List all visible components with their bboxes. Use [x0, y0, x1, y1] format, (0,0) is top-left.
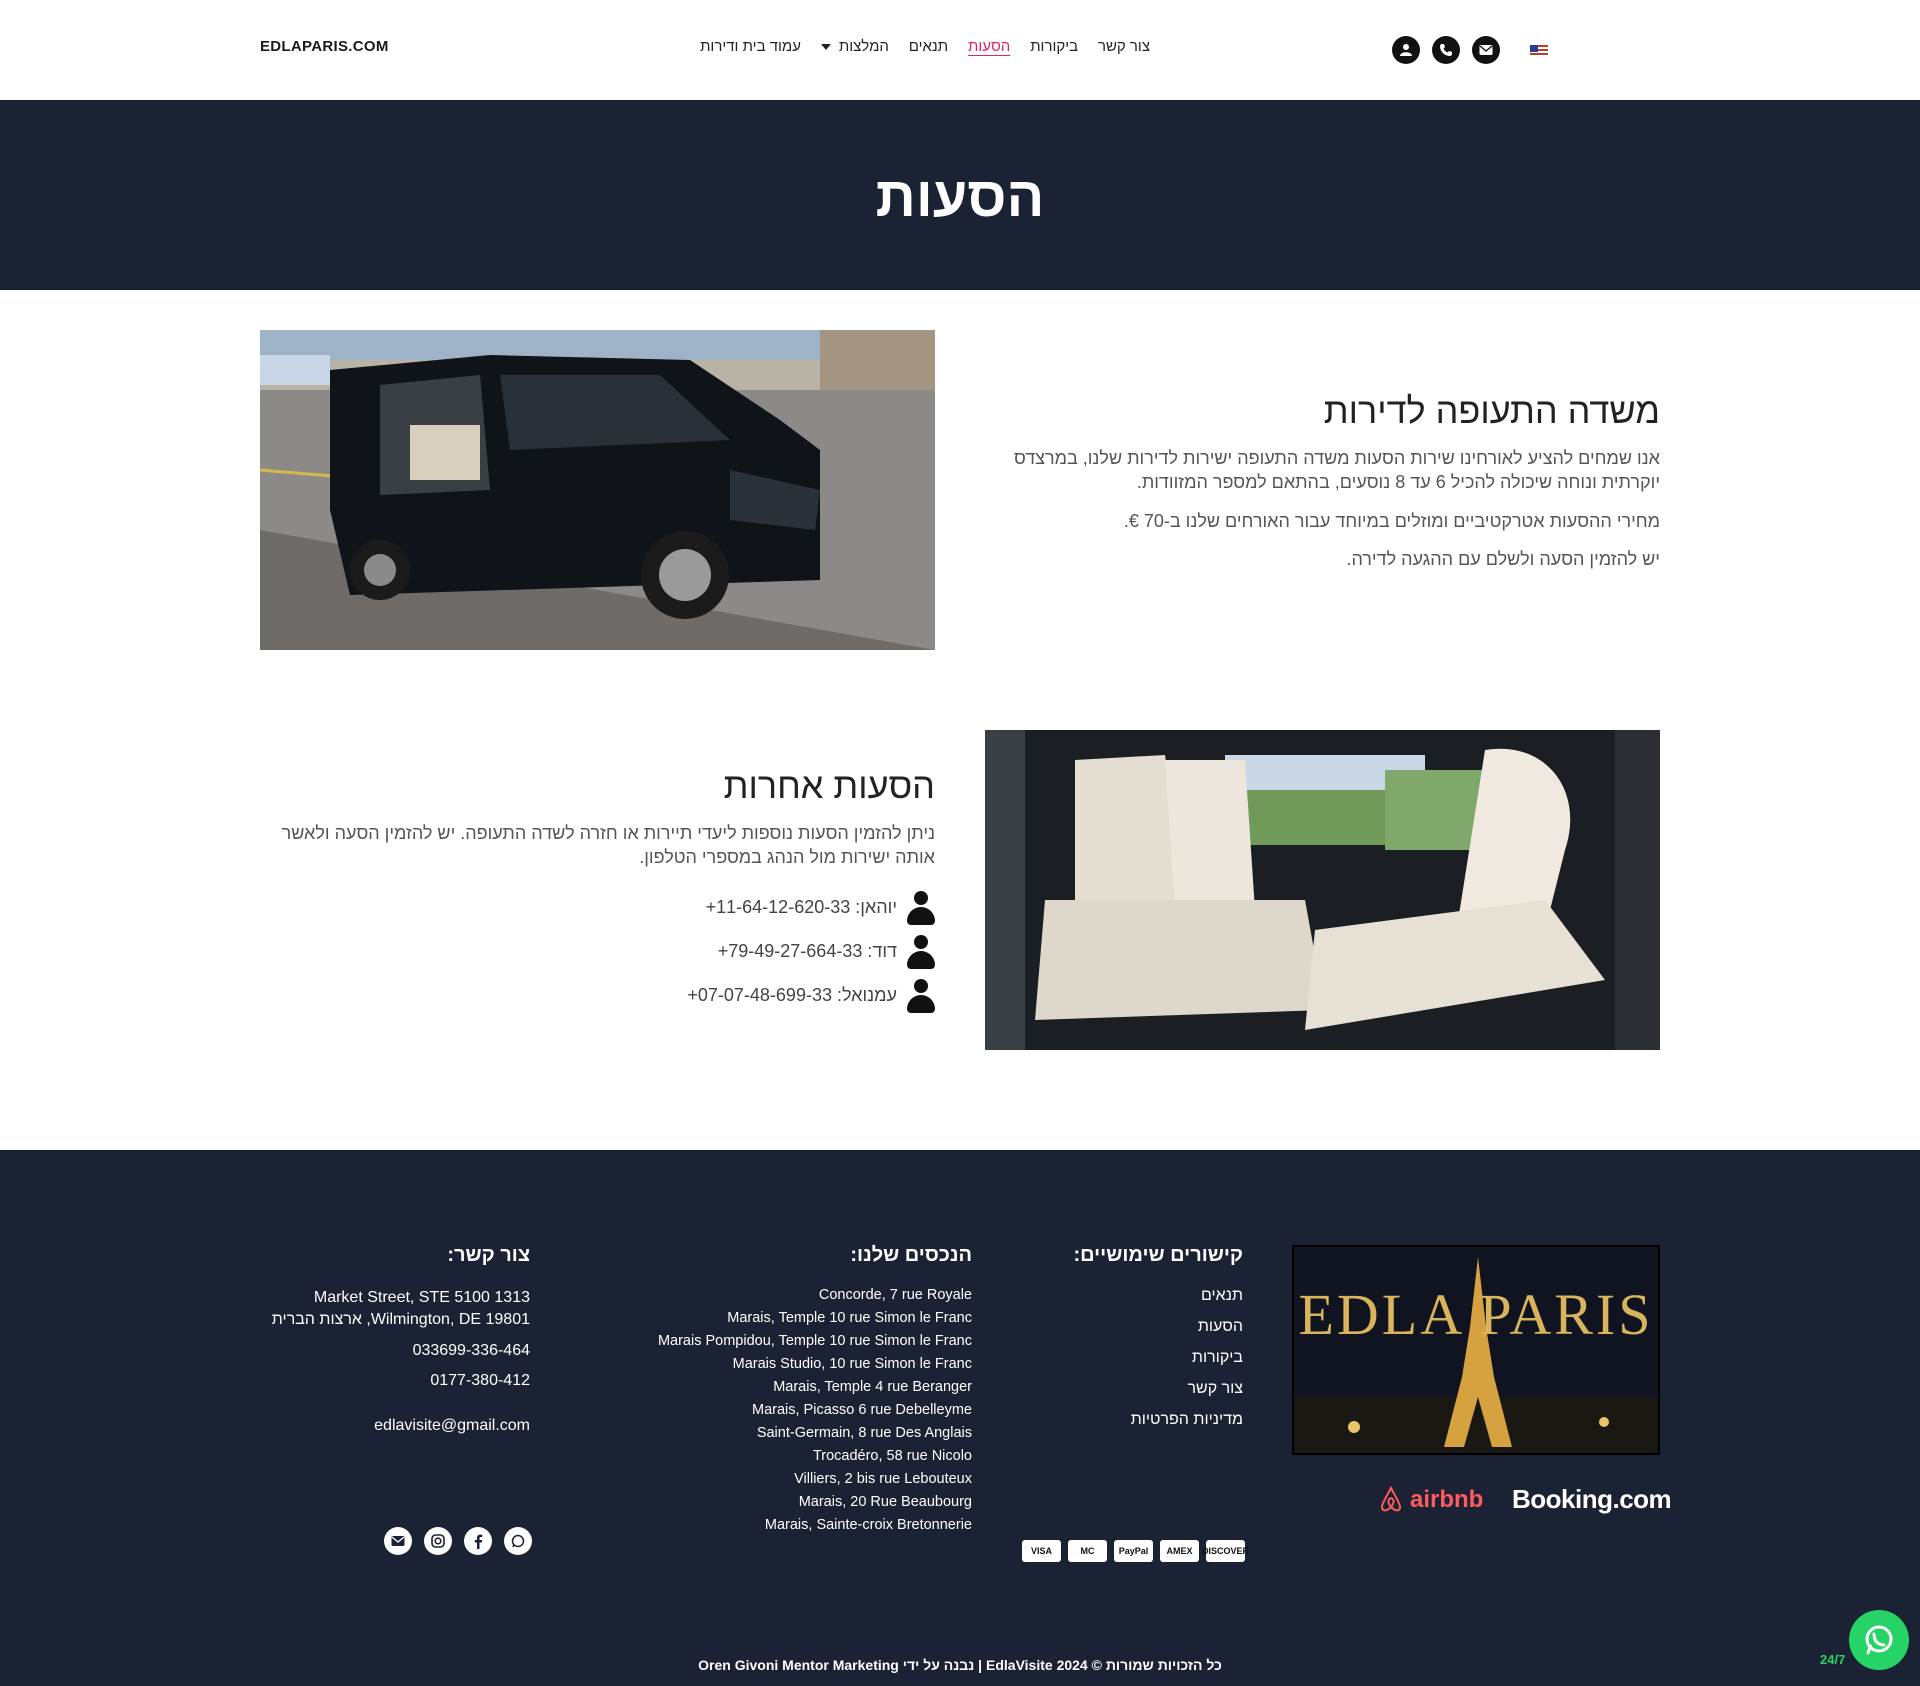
section-paragraph: ניתן להזמין הסעות נוספות ליעדי תיירות או…: [281, 823, 935, 868]
main-nav: עמוד בית ודירות המלצות תנאים הסעות ביקור…: [700, 38, 1150, 55]
airbnb-link[interactable]: airbnb: [1378, 1486, 1483, 1514]
property-link[interactable]: Trocadéro, 58 rue Nicolo: [600, 1448, 972, 1464]
useful-links-column: קישורים שימושיים: תנאים הסעות ביקורות צו…: [1040, 1244, 1243, 1442]
envelope-icon[interactable]: [384, 1527, 412, 1555]
property-link[interactable]: Marais, Sainte-croix Bretonnerie: [600, 1517, 972, 1533]
visa-icon: VISA: [1022, 1540, 1061, 1562]
site-footer: EDLA PARIS airbnb Booking.com VISA MC Pa…: [0, 1150, 1920, 1686]
property-link[interactable]: Villiers, 2 bis rue Lebouteux: [600, 1471, 972, 1487]
payment-cards: VISA MC PayPal AMEX DISCOVER: [1022, 1540, 1249, 1562]
user-icon: [907, 934, 935, 969]
property-link[interactable]: Concorde, 7 rue Royale: [600, 1287, 972, 1303]
nav-item-terms[interactable]: תנאים: [909, 38, 948, 55]
section-paragraph: מחירי ההסעות אטרקטיביים ומוזלים במיוחד ע…: [1123, 510, 1660, 531]
nav-item-recommendations[interactable]: המלצות: [820, 38, 889, 55]
property-link[interactable]: Marais, Picasso 6 rue Debelleyme: [600, 1402, 972, 1418]
property-link[interactable]: Marais, 20 Rue Beaubourg: [600, 1494, 972, 1510]
whatsapp-label: 24/7: [1820, 1652, 1846, 1667]
nav-item-recommendations-label: המלצות: [838, 38, 889, 55]
booking-link[interactable]: Booking.com: [1512, 1484, 1672, 1515]
site-header: EDLAPARIS.COM עמוד בית ודירות המלצות תנא…: [0, 0, 1920, 100]
property-link[interactable]: Marais Pompidou, Temple 10 rue Simon le …: [600, 1333, 972, 1349]
address-line: 1313 Market Street, STE 5100: [313, 1289, 530, 1306]
logo-text: EDLA PARIS: [1298, 1282, 1654, 1347]
section-title: הסעות אחרות: [723, 765, 935, 806]
footer-link-contact[interactable]: צור קשר: [1040, 1380, 1243, 1398]
user-icon: [907, 890, 935, 925]
section-title: משדה התעופה לדירות: [1323, 390, 1660, 431]
whatsapp-icon[interactable]: [504, 1527, 532, 1555]
header-icons: [1392, 36, 1500, 64]
van-exterior-image: [260, 330, 935, 650]
driver-phone-list: יוהאן: 11-64-12-620-33+ דוד: 79-49-27-66…: [260, 886, 935, 1018]
mastercard-icon: MC: [1068, 1540, 1107, 1562]
nav-item-reviews[interactable]: ביקורות: [1030, 38, 1078, 55]
footer-link-terms[interactable]: תנאים: [1040, 1287, 1243, 1305]
driver-phone-text: עמנואל: 07-07-48-699-33+: [687, 985, 897, 1006]
van-interior-image: [985, 730, 1660, 1050]
footer-link-transfers[interactable]: הסעות: [1040, 1318, 1243, 1336]
envelope-icon[interactable]: [1472, 36, 1500, 64]
footer-heading: הנכסים שלנו:: [850, 1244, 972, 1266]
other-transfers-section: הסעות אחרות ניתן להזמין הסעות נוספות ליע…: [260, 765, 935, 1018]
edla-paris-logo[interactable]: EDLA PARIS: [1292, 1245, 1660, 1455]
user-icon[interactable]: [1392, 36, 1420, 64]
instagram-icon[interactable]: [424, 1527, 452, 1555]
phone-link[interactable]: 033699-336-464: [200, 1340, 530, 1362]
paypal-icon: PayPal: [1114, 1540, 1153, 1562]
driver-phone-text: יוהאן: 11-64-12-620-33+: [705, 897, 897, 918]
phone-icon[interactable]: [1432, 36, 1460, 64]
nav-item-home[interactable]: עמוד בית ודירות: [700, 38, 801, 55]
airbnb-icon: [1380, 1486, 1402, 1512]
property-link[interactable]: Marais, Temple 10 rue Simon le Franc: [600, 1310, 972, 1326]
whatsapp-icon: [1865, 1625, 1893, 1655]
address-line: Wilmington, DE 19801, ארצות הברית: [271, 1311, 530, 1329]
us-flag-icon[interactable]: [1530, 45, 1548, 57]
footer-link-reviews[interactable]: ביקורות: [1040, 1349, 1243, 1367]
facebook-icon[interactable]: [464, 1527, 492, 1555]
whatsapp-chat-button[interactable]: [1849, 1610, 1909, 1670]
footer-link-privacy[interactable]: מדיניות הפרטיות: [1040, 1411, 1243, 1429]
user-icon: [907, 978, 935, 1013]
section-paragraph: יש להזמין הסעה ולשלם עם ההגעה לדירה.: [1346, 548, 1660, 569]
driver-phone-item[interactable]: יוהאן: 11-64-12-620-33+: [260, 886, 935, 930]
nav-item-transfers[interactable]: הסעות: [968, 38, 1010, 55]
airbnb-label: airbnb: [1410, 1486, 1484, 1513]
nav-item-contact[interactable]: צור קשר: [1098, 38, 1150, 55]
driver-phone-item[interactable]: עמנואל: 07-07-48-699-33+: [260, 974, 935, 1018]
footer-heading: צור קשר:: [447, 1244, 530, 1266]
driver-phone-text: דוד: 79-49-27-664-33+: [717, 941, 897, 962]
chevron-down-icon: [820, 44, 831, 51]
section-paragraph: אנו שמחים להציע לאורחינו שירות הסעות משד…: [1013, 448, 1660, 493]
email-link[interactable]: edlavisite@gmail.com: [200, 1415, 530, 1437]
driver-phone-item[interactable]: דוד: 79-49-27-664-33+: [260, 930, 935, 974]
contact-column: צור קשר: 1313 Market Street, STE 5100 Wi…: [200, 1244, 530, 1437]
phone-link[interactable]: 0177-380-412: [200, 1370, 530, 1392]
social-links: [384, 1527, 532, 1555]
airport-transfer-section: משדה התעופה לדירות אנו שמחים להציע לאורח…: [1000, 390, 1660, 585]
brand-link[interactable]: EDLAPARIS.COM: [260, 38, 389, 55]
footer-heading: קישורים שימושיים:: [1073, 1244, 1243, 1266]
amex-icon: AMEX: [1160, 1540, 1199, 1562]
properties-column: הנכסים שלנו: Concorde, 7 rue Royale Mara…: [600, 1244, 972, 1540]
page-title: הסעות: [875, 165, 1045, 228]
property-link[interactable]: Marais, Temple 4 rue Beranger: [600, 1379, 972, 1395]
discover-icon: DISCOVER: [1202, 1540, 1249, 1562]
page-hero: הסעות: [0, 100, 1920, 290]
copyright-text: כל הזכויות שמורות © 2024 EdlaVisite | נב…: [698, 1657, 1222, 1673]
property-link[interactable]: Marais Studio, 10 rue Simon le Franc: [600, 1356, 972, 1372]
property-link[interactable]: Saint-Germain, 8 rue Des Anglais: [600, 1425, 972, 1441]
